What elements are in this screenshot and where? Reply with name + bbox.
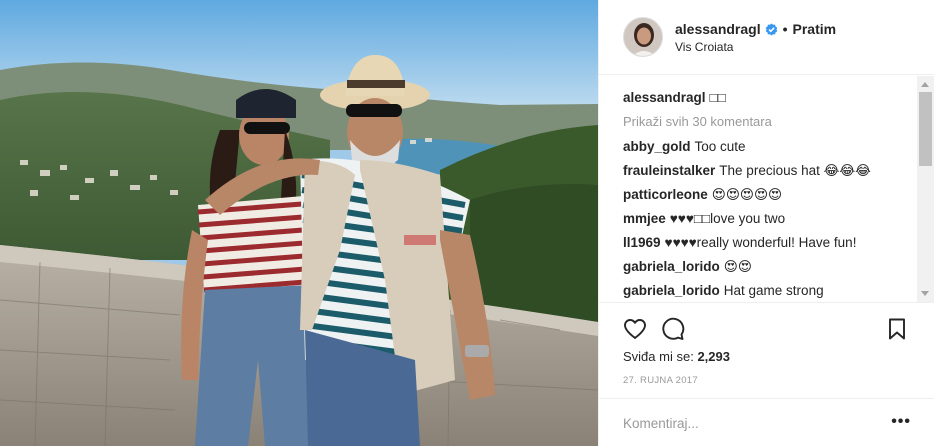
caption: alessandragl □□ — [623, 88, 913, 112]
caption-text: □□ — [709, 90, 726, 105]
list-item: abby_gold Too cute — [623, 137, 913, 161]
comment-input[interactable] — [623, 413, 873, 433]
location-link[interactable]: Vis Croiata — [675, 40, 733, 54]
more-options-icon[interactable]: ••• — [891, 413, 911, 431]
comment-username[interactable]: mmjee — [623, 211, 666, 226]
scroll-down-arrow-icon[interactable] — [921, 291, 929, 296]
post-photo-image — [0, 0, 598, 446]
comment-text: 😍😍 — [723, 259, 752, 274]
comment-username[interactable]: abby_gold — [623, 139, 691, 154]
comments-scrollbar[interactable] — [917, 76, 934, 302]
comment-username[interactable]: ll1969 — [623, 235, 661, 250]
likes-number: 2,293 — [697, 349, 730, 364]
avatar-image — [624, 18, 662, 56]
list-item: gabriela_lorido Hat game strong — [623, 281, 913, 302]
comment-username[interactable]: frauleinstalker — [623, 163, 715, 178]
list-item: gabriela_lorido 😍😍 — [623, 257, 913, 281]
likes-count[interactable]: Sviđa mi se: 2,293 — [623, 349, 730, 364]
comment-text: Too cute — [694, 139, 746, 154]
instagram-post: alessandragl • Pratim Vis Croiata alessa… — [0, 0, 934, 446]
bookmark-icon[interactable] — [885, 317, 909, 341]
verified-badge-icon — [765, 23, 778, 36]
caption-username[interactable]: alessandragl — [623, 90, 706, 105]
comment-username[interactable]: gabriela_lorido — [623, 259, 720, 274]
scroll-up-arrow-icon[interactable] — [921, 82, 929, 87]
comment-text: ♥♥♥□□love you two — [669, 211, 786, 226]
post-photo[interactable] — [0, 0, 598, 446]
comment-text: ♥♥♥♥really wonderful! Have fun! — [664, 235, 857, 250]
comments-inner: alessandragl □□ Prikaži svih 30 komentara… — [623, 88, 913, 302]
follow-button[interactable]: Pratim — [793, 21, 837, 37]
likes-label: Sviđa mi se: — [623, 349, 694, 364]
post-date[interactable]: 27. RUJNA 2017 — [623, 375, 698, 386]
header-title-row: alessandragl • Pratim — [675, 20, 836, 38]
list-item: frauleinstalker The precious hat 😂😂😂 — [623, 161, 913, 185]
heart-icon[interactable] — [623, 317, 647, 341]
list-item: patticorleone 😍😍😍😍😍 — [623, 185, 913, 209]
post-header: alessandragl • Pratim Vis Croiata — [599, 0, 934, 75]
comment-username[interactable]: gabriela_lorido — [623, 283, 720, 298]
comment-username[interactable]: patticorleone — [623, 187, 708, 202]
scrollbar-thumb[interactable] — [919, 92, 932, 166]
post-side-panel: alessandragl • Pratim Vis Croiata alessa… — [598, 0, 934, 446]
comment-icon[interactable] — [661, 317, 685, 341]
separator-dot: • — [782, 21, 788, 37]
load-all-comments-link[interactable]: Prikaži svih 30 komentara — [623, 112, 913, 137]
add-comment-section: ••• — [599, 398, 934, 446]
comments-list[interactable]: alessandragl □□ Prikaži svih 30 komentara… — [599, 76, 934, 302]
avatar[interactable] — [623, 17, 663, 57]
username-link[interactable]: alessandragl — [675, 21, 761, 37]
comment-text: 😍😍😍😍😍 — [711, 187, 783, 202]
comment-text: The precious hat 😂😂😂 — [719, 163, 871, 178]
list-item: ll1969 ♥♥♥♥really wonderful! Have fun! — [623, 233, 913, 257]
comment-text: Hat game strong — [723, 283, 824, 298]
list-item: mmjee ♥♥♥□□love you two — [623, 209, 913, 233]
